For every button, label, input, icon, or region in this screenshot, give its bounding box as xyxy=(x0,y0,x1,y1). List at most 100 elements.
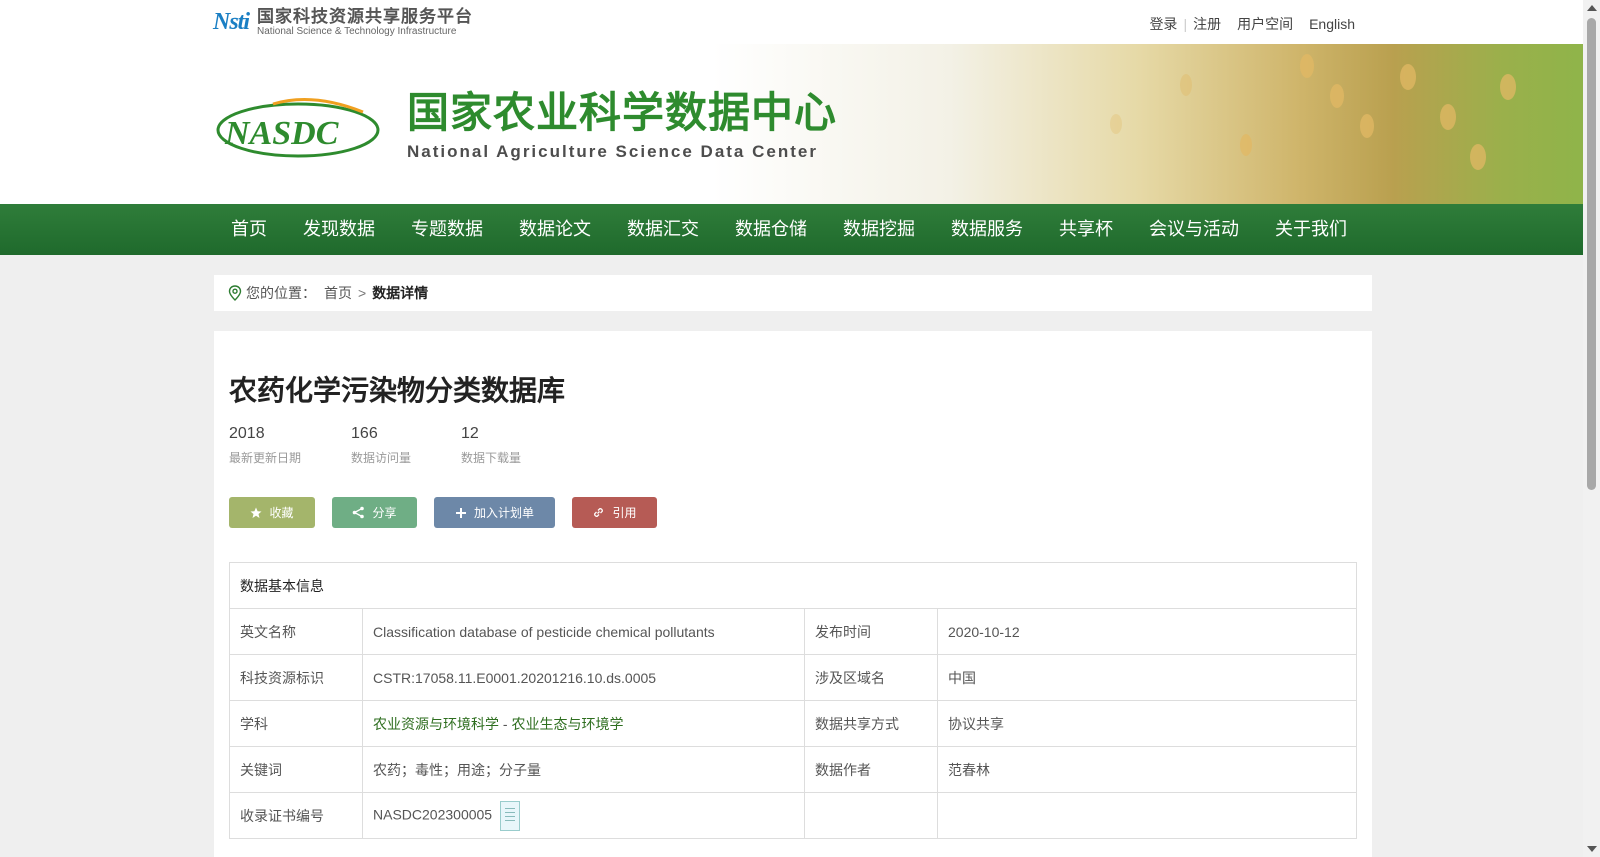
location-pin-icon xyxy=(228,285,242,301)
link-icon xyxy=(594,508,604,517)
row-value: 中国 xyxy=(937,654,1357,701)
scroll-up-arrow-icon[interactable] xyxy=(1587,5,1597,11)
rice-grain-decoration xyxy=(1500,74,1516,100)
rice-grain-decoration xyxy=(1400,64,1416,90)
rice-grain-decoration xyxy=(1360,114,1374,138)
rice-grain-decoration xyxy=(1300,54,1314,78)
nasdc-logo[interactable]: NASDC xyxy=(213,94,383,160)
row-key: 英文名称 xyxy=(229,608,363,655)
stat-downloads: 12 数据下载量 xyxy=(461,425,521,466)
basic-info-table: 数据基本信息 英文名称 Classification database of p… xyxy=(229,562,1357,839)
nav-item-data-submission[interactable]: 数据汇交 xyxy=(609,204,717,255)
nsti-logo[interactable]: Nsti 国家科技资源共享服务平台 National Science & Tec… xyxy=(213,8,473,37)
row-value: CSTR:17058.11.E0001.20201216.10.ds.0005 xyxy=(362,654,805,701)
top-bar: Nsti 国家科技资源共享服务平台 National Science & Tec… xyxy=(0,0,1583,44)
subject-link-primary[interactable]: 农业资源与环境科学 xyxy=(373,716,499,732)
row-key: 学科 xyxy=(229,700,363,747)
stat-visits: 166 数据访问量 xyxy=(351,425,411,466)
subject-link-secondary[interactable]: 农业生态与环境学 xyxy=(511,716,623,732)
row-key: 数据作者 xyxy=(804,746,938,793)
plus-icon xyxy=(455,507,466,518)
stat-value: 2018 xyxy=(229,425,265,442)
stat-label: 数据下载量 xyxy=(461,451,522,465)
table-row: 科技资源标识 CSTR:17058.11.E0001.20201216.10.d… xyxy=(229,654,1357,701)
user-space-link[interactable]: 用户空间 xyxy=(1237,14,1293,34)
rice-grain-decoration xyxy=(1440,104,1456,130)
nav-item-about[interactable]: 关于我们 xyxy=(1257,204,1365,255)
stat-value: 166 xyxy=(351,425,378,442)
action-buttons: 收藏 分享 加入计划单 引用 xyxy=(229,497,674,528)
breadcrumb-separator: > xyxy=(358,285,367,301)
table-row: 英文名称 Classification database of pesticid… xyxy=(229,608,1357,655)
nav-item-data-services[interactable]: 数据服务 xyxy=(933,204,1041,255)
add-to-plan-label: 加入计划单 xyxy=(473,506,534,520)
english-link[interactable]: English xyxy=(1309,16,1355,32)
row-key xyxy=(804,792,938,839)
nav-item-home[interactable]: 首页 xyxy=(213,204,285,255)
row-value: 协议共享 xyxy=(937,700,1357,747)
cite-button[interactable]: 引用 xyxy=(572,497,657,528)
favorite-button[interactable]: 收藏 xyxy=(229,497,315,528)
nav-item-data-warehouse[interactable]: 数据仓储 xyxy=(717,204,825,255)
stat-update-date: 2018 最新更新日期 xyxy=(229,425,301,466)
table-heading: 数据基本信息 xyxy=(229,562,1357,609)
top-links: 登录 | 注册 用户空间 English xyxy=(1149,14,1355,34)
row-value xyxy=(937,792,1357,839)
breadcrumb-prefix: 您的位置： xyxy=(246,285,316,301)
site-title-en: National Agriculture Science Data Center xyxy=(407,142,818,161)
row-value: 范春林 xyxy=(937,746,1357,793)
dataset-detail-panel: 农药化学污染物分类数据库 2018 最新更新日期 166 数据访问量 12 数据… xyxy=(214,331,1372,857)
nsti-logo-text: 国家科技资源共享服务平台 National Science & Technolo… xyxy=(257,8,473,37)
row-key: 涉及区域名 xyxy=(804,654,938,701)
register-link[interactable]: 注册 xyxy=(1193,14,1221,34)
divider: | xyxy=(1183,16,1188,32)
rice-grain-decoration xyxy=(1180,74,1192,96)
breadcrumb: 您的位置： 首页 > 数据详情 xyxy=(214,275,1372,311)
rice-grain-decoration xyxy=(1470,144,1486,170)
nav-item-topic-data[interactable]: 专题数据 xyxy=(393,204,501,255)
login-link[interactable]: 登录 xyxy=(1149,14,1177,34)
row-value: 农药；毒性；用途；分子量 xyxy=(362,746,805,793)
nav-item-events[interactable]: 会议与活动 xyxy=(1131,204,1257,255)
table-row: 关键词 农药；毒性；用途；分子量 数据作者 范春林 xyxy=(229,746,1357,793)
rice-grain-decoration xyxy=(1110,114,1122,134)
favorite-label: 收藏 xyxy=(269,506,294,520)
rice-grain-decoration xyxy=(1240,134,1252,156)
table-row: 数据基本信息 xyxy=(229,562,1357,609)
row-key: 发布时间 xyxy=(804,608,938,655)
row-value: 2020-10-12 xyxy=(937,608,1357,655)
stat-value: 12 xyxy=(461,425,479,442)
subject-separator: - xyxy=(499,715,512,732)
main-nav: 首页 发现数据 专题数据 数据论文 数据汇交 数据仓储 数据挖掘 数据服务 共享… xyxy=(0,204,1583,255)
share-button[interactable]: 分享 xyxy=(332,497,417,528)
certificate-icon[interactable] xyxy=(500,800,521,831)
breadcrumb-home-link[interactable]: 首页 xyxy=(324,283,352,303)
nsti-title-en: National Science & Technology Infrastruc… xyxy=(257,26,457,37)
scroll-down-arrow-icon[interactable] xyxy=(1587,846,1597,852)
nav-item-sharing-cup[interactable]: 共享杯 xyxy=(1041,204,1131,255)
dataset-stats: 2018 最新更新日期 166 数据访问量 12 数据下载量 xyxy=(229,425,571,466)
add-to-plan-button[interactable]: 加入计划单 xyxy=(434,497,555,528)
stat-label: 数据访问量 xyxy=(351,451,412,465)
table-row: 收录证书编号 NASDC202300005 xyxy=(229,792,1357,839)
nsti-title-cn: 国家科技资源共享服务平台 xyxy=(257,7,474,26)
row-key: 关键词 xyxy=(229,746,363,793)
row-key: 收录证书编号 xyxy=(229,792,363,839)
site-title: 国家农业科学数据中心 National Agriculture Science … xyxy=(407,92,837,162)
banner: NASDC 国家农业科学数据中心 National Agriculture Sc… xyxy=(0,44,1583,204)
nav-item-data-papers[interactable]: 数据论文 xyxy=(501,204,609,255)
scrollbar-thumb[interactable] xyxy=(1587,18,1596,490)
nav-item-data-mining[interactable]: 数据挖掘 xyxy=(825,204,933,255)
row-key: 科技资源标识 xyxy=(229,654,363,701)
share-label: 分享 xyxy=(372,506,397,520)
page-scrollbar[interactable] xyxy=(1583,0,1600,857)
site-title-cn: 国家农业科学数据中心 xyxy=(407,89,838,136)
certificate-number: NASDC202300005 xyxy=(373,806,493,823)
star-icon xyxy=(250,507,262,518)
subject-cell: 农业资源与环境科学 - 农业生态与环境学 xyxy=(362,700,805,747)
row-key: 数据共享方式 xyxy=(804,700,938,747)
breadcrumb-current: 数据详情 xyxy=(372,285,429,301)
rice-grain-decoration xyxy=(1330,84,1344,108)
nav-item-discover-data[interactable]: 发现数据 xyxy=(285,204,393,255)
share-icon xyxy=(353,506,365,519)
